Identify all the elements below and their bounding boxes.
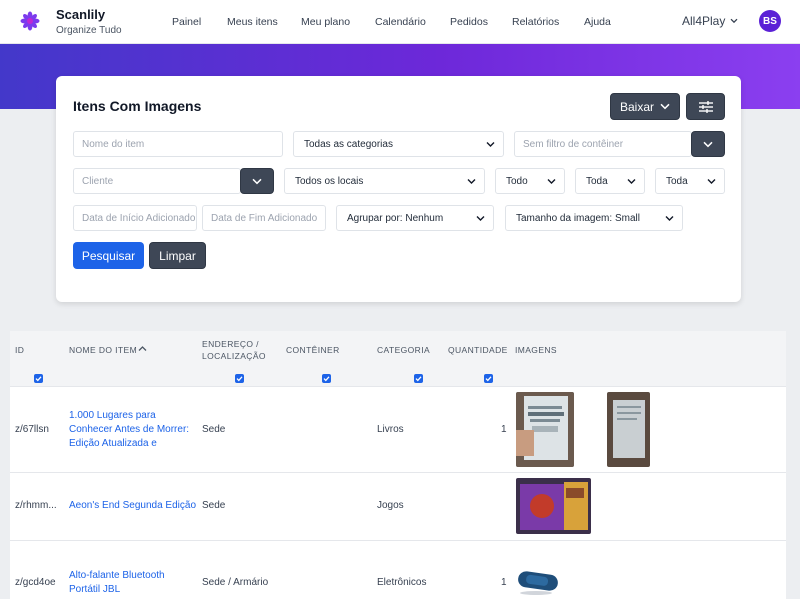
chevron-down-icon	[547, 179, 556, 184]
column-toggle-checkbox-address[interactable]	[235, 374, 244, 383]
column-settings-button[interactable]	[686, 93, 725, 120]
chevron-down-icon	[703, 141, 713, 147]
row-3-name-line-2[interactable]: Portátil JBL	[69, 583, 120, 597]
row-3-address: Sede / Armário	[202, 577, 269, 588]
column-header-address[interactable]: ENDEREÇO /	[202, 338, 259, 350]
row-1-address: Sede	[202, 424, 226, 435]
row-1-id: z/67llsn	[15, 424, 49, 435]
container-dropdown-button[interactable]	[691, 131, 725, 157]
chevron-down-icon	[252, 178, 262, 184]
sort-ascending-icon[interactable]	[138, 345, 147, 352]
row-divider	[10, 540, 786, 541]
row-3-quantity: 1	[501, 577, 507, 588]
start-date-input[interactable]: Data de Início Adicionado	[73, 205, 197, 231]
download-button[interactable]: Baixar	[610, 93, 680, 120]
row-3-name-line-1[interactable]: Alto-falante Bluetooth	[69, 569, 165, 583]
book-cover-photo[interactable]	[516, 392, 574, 467]
nav-painel[interactable]: Painel	[172, 16, 201, 28]
nav-relatorios[interactable]: Relatórios	[512, 16, 559, 28]
brand-tagline: Organize Tudo	[56, 25, 122, 36]
category-select[interactable]: Todas as categorias	[293, 131, 504, 157]
bluetooth-speaker-photo[interactable]	[514, 566, 562, 596]
row-2-category: Jogos	[377, 500, 404, 511]
clear-button[interactable]: Limpar	[149, 242, 206, 269]
sliders-icon	[698, 100, 713, 113]
chevron-down-icon	[476, 216, 485, 221]
download-button-label: Baixar	[619, 99, 654, 114]
filter-select-todo[interactable]: Todo	[495, 168, 565, 194]
container-filter-input[interactable]: Sem filtro de contêiner	[514, 131, 692, 157]
chevron-down-icon	[467, 179, 476, 184]
nav-calendario[interactable]: Calendário	[375, 16, 426, 28]
filter-select-todo-value: Todo	[506, 175, 528, 187]
column-toggle-checkbox-category[interactable]	[414, 374, 423, 383]
column-header-category[interactable]: CATEGORIA	[377, 344, 430, 356]
nav-ajuda[interactable]: Ajuda	[584, 16, 611, 28]
chevron-down-icon	[660, 103, 670, 110]
chevron-down-icon	[486, 142, 495, 147]
row-2-name-line-1[interactable]: Aeon's End Segunda Edição	[69, 499, 196, 513]
column-header-address-line2[interactable]: LOCALIZAÇÃO	[202, 350, 266, 362]
column-header-name[interactable]: NOME DO ITEM	[69, 344, 137, 356]
account-menu[interactable]: All4Play	[682, 14, 725, 28]
row-1-quantity: 1	[501, 424, 507, 435]
row-divider	[10, 472, 786, 473]
location-select-value: Todos os locais	[295, 175, 364, 187]
column-toggle-checkbox-container[interactable]	[322, 374, 331, 383]
group-by-select[interactable]: Agrupar por: Nenhum	[336, 205, 494, 231]
row-1-name-line-2[interactable]: Conhecer Antes de Morrer:	[69, 423, 189, 437]
row-3-category: Eletrônicos	[377, 577, 427, 588]
row-2-id: z/rhmm...	[15, 500, 57, 511]
filter-select-toda-2[interactable]: Toda	[655, 168, 725, 194]
row-2-address: Sede	[202, 500, 226, 511]
item-name-input[interactable]: Nome do item	[73, 131, 283, 157]
book-back-photo[interactable]	[607, 392, 650, 467]
row-1-name-line-3[interactable]: Edição Atualizada e	[69, 437, 157, 451]
brand-name[interactable]: Scanlily	[56, 7, 105, 22]
nav-pedidos[interactable]: Pedidos	[450, 16, 488, 28]
nav-meus-itens[interactable]: Meus itens	[227, 16, 278, 28]
top-navbar: Scanlily Organize Tudo Painel Meus itens…	[0, 0, 800, 44]
image-size-select-value: Tamanho da imagem: Small	[516, 212, 640, 224]
scanlily-flower-icon[interactable]	[20, 11, 40, 31]
category-select-value: Todas as categorias	[304, 138, 393, 150]
board-game-box-photo[interactable]	[516, 478, 591, 534]
column-toggle-checkbox-name[interactable]	[34, 374, 43, 383]
filter-select-toda-1-value: Toda	[586, 175, 608, 187]
column-header-id[interactable]: ID	[15, 344, 24, 356]
search-button[interactable]: Pesquisar	[73, 242, 144, 269]
column-header-container[interactable]: CONTÊINER	[286, 344, 340, 356]
client-input[interactable]: Cliente	[73, 168, 241, 194]
image-size-select[interactable]: Tamanho da imagem: Small	[505, 205, 683, 231]
column-header-images[interactable]: IMAGENS	[515, 344, 557, 356]
row-3-id: z/gcd4oe	[15, 577, 56, 588]
avatar[interactable]: BS	[759, 10, 781, 32]
column-header-quantity[interactable]: QUANTIDADE	[448, 344, 508, 356]
table-header	[10, 331, 786, 387]
filter-select-toda-1[interactable]: Toda	[575, 168, 645, 194]
row-1-category: Livros	[377, 424, 404, 435]
location-select[interactable]: Todos os locais	[284, 168, 485, 194]
row-1-name-line-1[interactable]: 1.000 Lugares para	[69, 409, 156, 423]
group-by-select-value: Agrupar por: Nenhum	[347, 212, 444, 224]
end-date-input[interactable]: Data de Fim Adicionado	[202, 205, 326, 231]
chevron-down-icon	[707, 179, 716, 184]
client-dropdown-button[interactable]	[240, 168, 274, 194]
page-title: Itens Com Imagens	[73, 98, 202, 114]
chevron-down-icon	[627, 179, 636, 184]
chevron-down-icon	[665, 216, 674, 221]
filter-select-toda-2-value: Toda	[666, 175, 688, 187]
nav-meu-plano[interactable]: Meu plano	[301, 16, 350, 28]
column-toggle-checkbox-quantity[interactable]	[484, 374, 493, 383]
chevron-down-icon[interactable]	[730, 18, 738, 24]
